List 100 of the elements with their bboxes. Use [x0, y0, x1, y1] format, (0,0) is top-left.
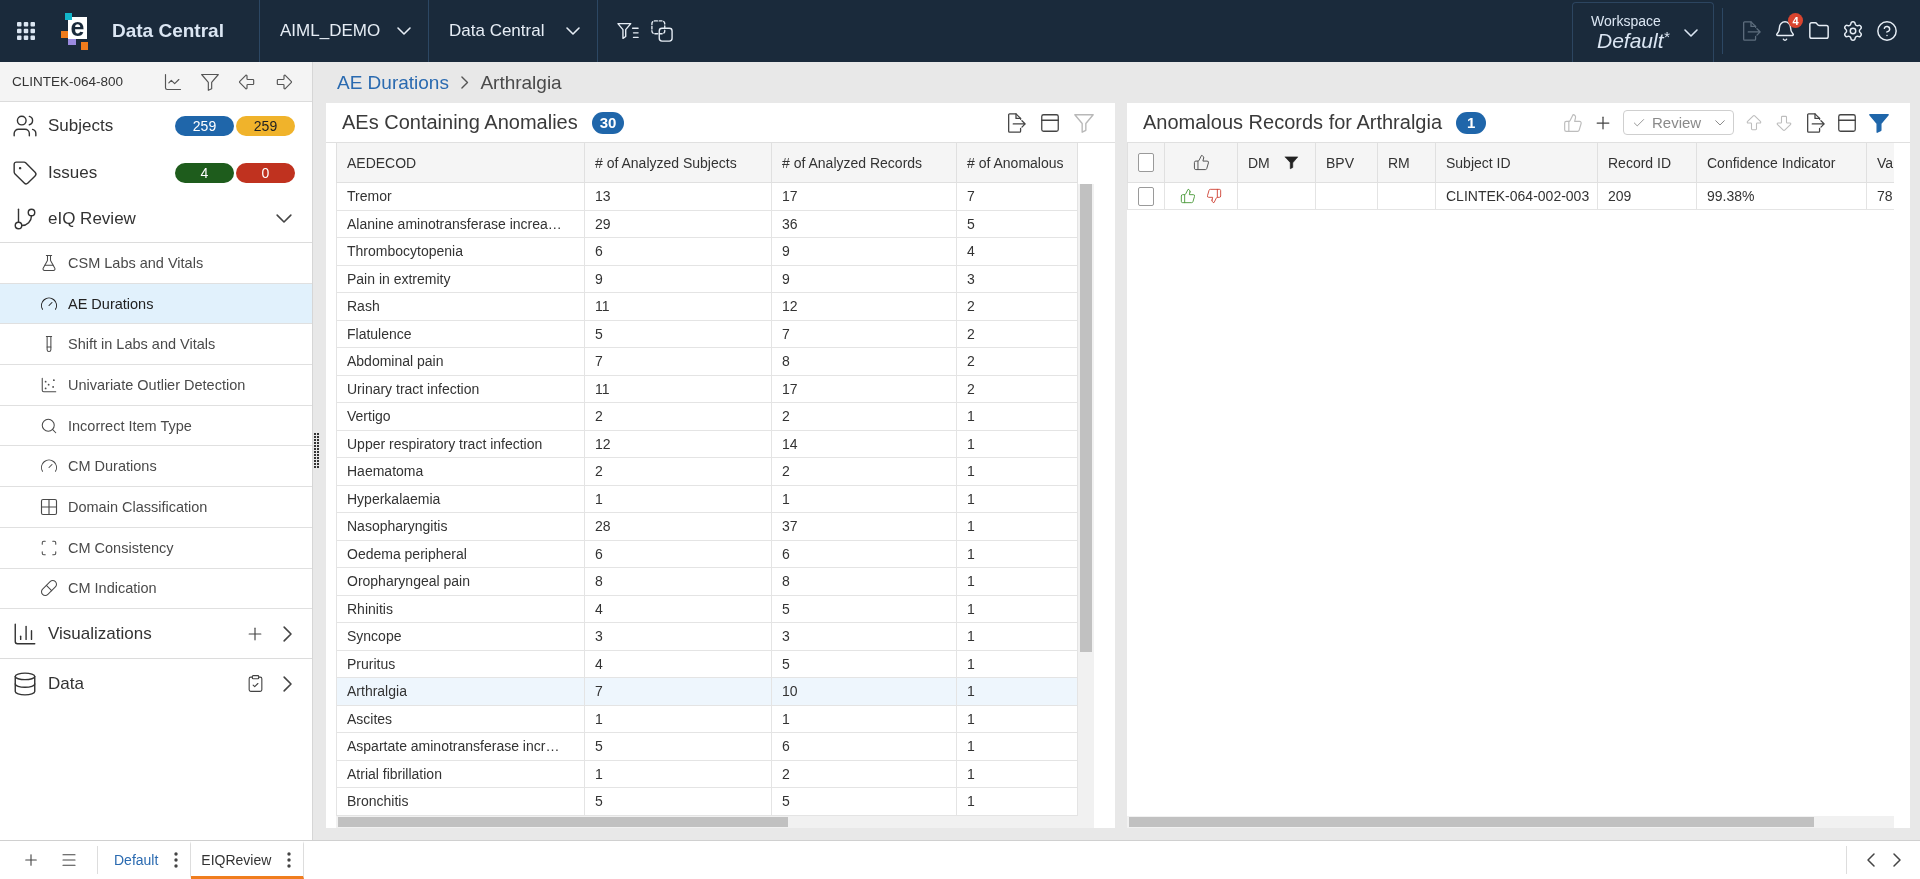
scan-icon[interactable]	[40, 538, 58, 557]
table-row[interactable]: Vertigo 2 2 1	[336, 403, 1078, 431]
table-cell: CLINTEK-064-002-003	[1436, 183, 1598, 209]
table-cell: 13	[585, 183, 772, 210]
table-row[interactable]: Hyperkalaemia 1 1 1	[336, 485, 1078, 513]
chevron-down-icon[interactable]	[276, 214, 292, 224]
table-row[interactable]: Tremor 13 17 7	[336, 183, 1078, 211]
nav-item[interactable]: Issues	[12, 159, 98, 186]
thumbs-up-icon[interactable]	[1192, 154, 1210, 171]
table-row[interactable]: Thrombocytopenia 6 9 4	[336, 238, 1078, 266]
filter-icon[interactable]	[1283, 155, 1299, 170]
scrollbar-thumb[interactable]	[1080, 184, 1092, 652]
column-header[interactable]: # of Analyzed Subjects	[585, 143, 772, 182]
table-row[interactable]: Oropharyngeal pain 8 8 1	[336, 568, 1078, 596]
horizontal-scrollbar[interactable]	[336, 816, 1094, 828]
add-icon[interactable]	[22, 851, 40, 869]
thumbs-up-icon[interactable]	[1180, 188, 1196, 204]
vertical-scrollbar[interactable]	[1078, 184, 1094, 816]
gauge-icon[interactable]	[40, 294, 58, 313]
column-header[interactable]: DM	[1238, 143, 1316, 182]
layout-icon[interactable]	[1039, 111, 1061, 134]
column-header[interactable]: BPV	[1316, 143, 1378, 182]
flask-icon[interactable]	[40, 253, 58, 272]
file-export-icon[interactable]	[1804, 111, 1826, 134]
table-cell: 2	[772, 403, 957, 430]
column-header[interactable]: Confidence Indicator	[1697, 143, 1867, 182]
table-row[interactable]: Nasopharyngitis 28 37 1	[336, 513, 1078, 541]
tag-icon[interactable]	[12, 159, 38, 186]
chevron-right-icon[interactable]	[282, 675, 292, 692]
search-icon[interactable]	[40, 416, 58, 435]
column-header[interactable]: Subject ID	[1436, 143, 1598, 182]
folder-icon[interactable]	[1808, 20, 1830, 42]
column-header[interactable]: Record ID	[1598, 143, 1697, 182]
table-row[interactable]: Aspartate aminotransferase incr… 5 6 1	[336, 733, 1078, 761]
table-cell: 6	[585, 238, 772, 265]
table-cell: 37	[772, 513, 957, 540]
table-row[interactable]: Bronchitis 5 5 1	[336, 788, 1078, 816]
resize-handle[interactable]	[314, 433, 319, 469]
table-row[interactable]: Pain in extremity 9 9 3	[336, 265, 1078, 293]
pill-icon[interactable]	[40, 579, 58, 598]
nav-item[interactable]: Data	[12, 670, 84, 697]
column-header[interactable]: AEDECOD	[337, 143, 585, 182]
settings-icon[interactable]	[1842, 20, 1864, 42]
table-cell: 12	[585, 430, 772, 457]
chevron-right-icon[interactable]	[1893, 853, 1901, 867]
table-row[interactable]: Ascites 1 1 1	[336, 705, 1078, 733]
copy-icon[interactable]	[651, 20, 673, 42]
chevron-left-icon[interactable]	[1867, 853, 1875, 867]
table-row[interactable]: Pruritus 4 5 1	[336, 650, 1078, 678]
nav-item[interactable]: Visualizations	[12, 620, 152, 647]
table-cell: Urinary tract infection	[337, 375, 585, 402]
dropdown-button[interactable]: Data Central	[429, 0, 597, 62]
thumbs-down-icon[interactable]	[1206, 188, 1222, 204]
filter-list-icon[interactable]	[617, 20, 639, 42]
nav-item[interactable]: eIQ Review	[12, 206, 136, 232]
menu-icon[interactable]	[60, 851, 78, 869]
scrollbar-thumb[interactable]	[338, 817, 788, 827]
table-row[interactable]: Rhinitis 4 5 1	[336, 595, 1078, 623]
table-row[interactable]: Oedema peripheral 6 6 1	[336, 540, 1078, 568]
table-cell: 5	[772, 788, 957, 815]
dropdown-button[interactable]: AIML_DEMO	[260, 0, 428, 62]
filter-icon[interactable]	[200, 71, 220, 92]
table-cell: Haematoma	[337, 458, 585, 485]
table-row[interactable]: Syncope 3 3 1	[336, 623, 1078, 651]
more-icon[interactable]	[174, 852, 179, 868]
horizontal-scrollbar[interactable]	[1127, 816, 1894, 828]
table-cell: 7	[585, 348, 772, 375]
table-row[interactable]: Haematoma 2 2 1	[336, 458, 1078, 486]
table-row[interactable]: Atrial fibrillation 1 2 1	[336, 760, 1078, 788]
column-header[interactable]: RM	[1378, 143, 1436, 182]
tab[interactable]: EIQReview	[191, 841, 305, 879]
column-header[interactable]: # of Anomalous	[957, 143, 1078, 182]
table-row[interactable]: Urinary tract infection 11 17 2	[336, 375, 1078, 403]
layout-icon[interactable]	[1836, 111, 1858, 134]
help-icon[interactable]	[1876, 20, 1898, 42]
chevron-right-icon[interactable]	[282, 625, 292, 642]
scrollbar-thumb[interactable]	[1129, 817, 1814, 827]
file-export-icon[interactable]	[1005, 111, 1027, 134]
column-header[interactable]: # of Analyzed Records	[772, 143, 957, 182]
database-icon[interactable]	[12, 670, 38, 697]
line-chart-icon[interactable]	[163, 71, 183, 92]
branch-icon[interactable]	[12, 206, 38, 232]
table-cell: Vertigo	[337, 403, 585, 430]
table-row[interactable]: Flatulence 5 7 2	[336, 320, 1078, 348]
nav-subitem[interactable]: AE Durations	[0, 283, 312, 325]
column-header[interactable]: Va	[1867, 143, 1894, 182]
table-row[interactable]: Abdominal pain 7 8 2	[336, 348, 1078, 376]
checkbox[interactable]	[1138, 153, 1154, 172]
table-cell: 6	[585, 540, 772, 567]
table-cell: Arthralgia	[337, 678, 585, 705]
table-row[interactable]: Rash 11 12 2	[336, 293, 1078, 321]
breadcrumb-link[interactable]: AE Durations	[337, 71, 449, 94]
more-icon[interactable]	[287, 852, 292, 868]
table-row[interactable]: Alanine aminotransferase increa… 29 36 5	[336, 210, 1078, 238]
app-grid-icon[interactable]	[17, 22, 35, 40]
scatter-chart-icon[interactable]	[40, 375, 58, 394]
table-row[interactable]: Upper respiratory tract infection 12 14 1	[336, 430, 1078, 458]
checkbox[interactable]	[1138, 186, 1154, 206]
table-row[interactable]: Arthralgia 7 10 1	[336, 678, 1078, 706]
nav-item[interactable]: Subjects	[12, 112, 114, 139]
